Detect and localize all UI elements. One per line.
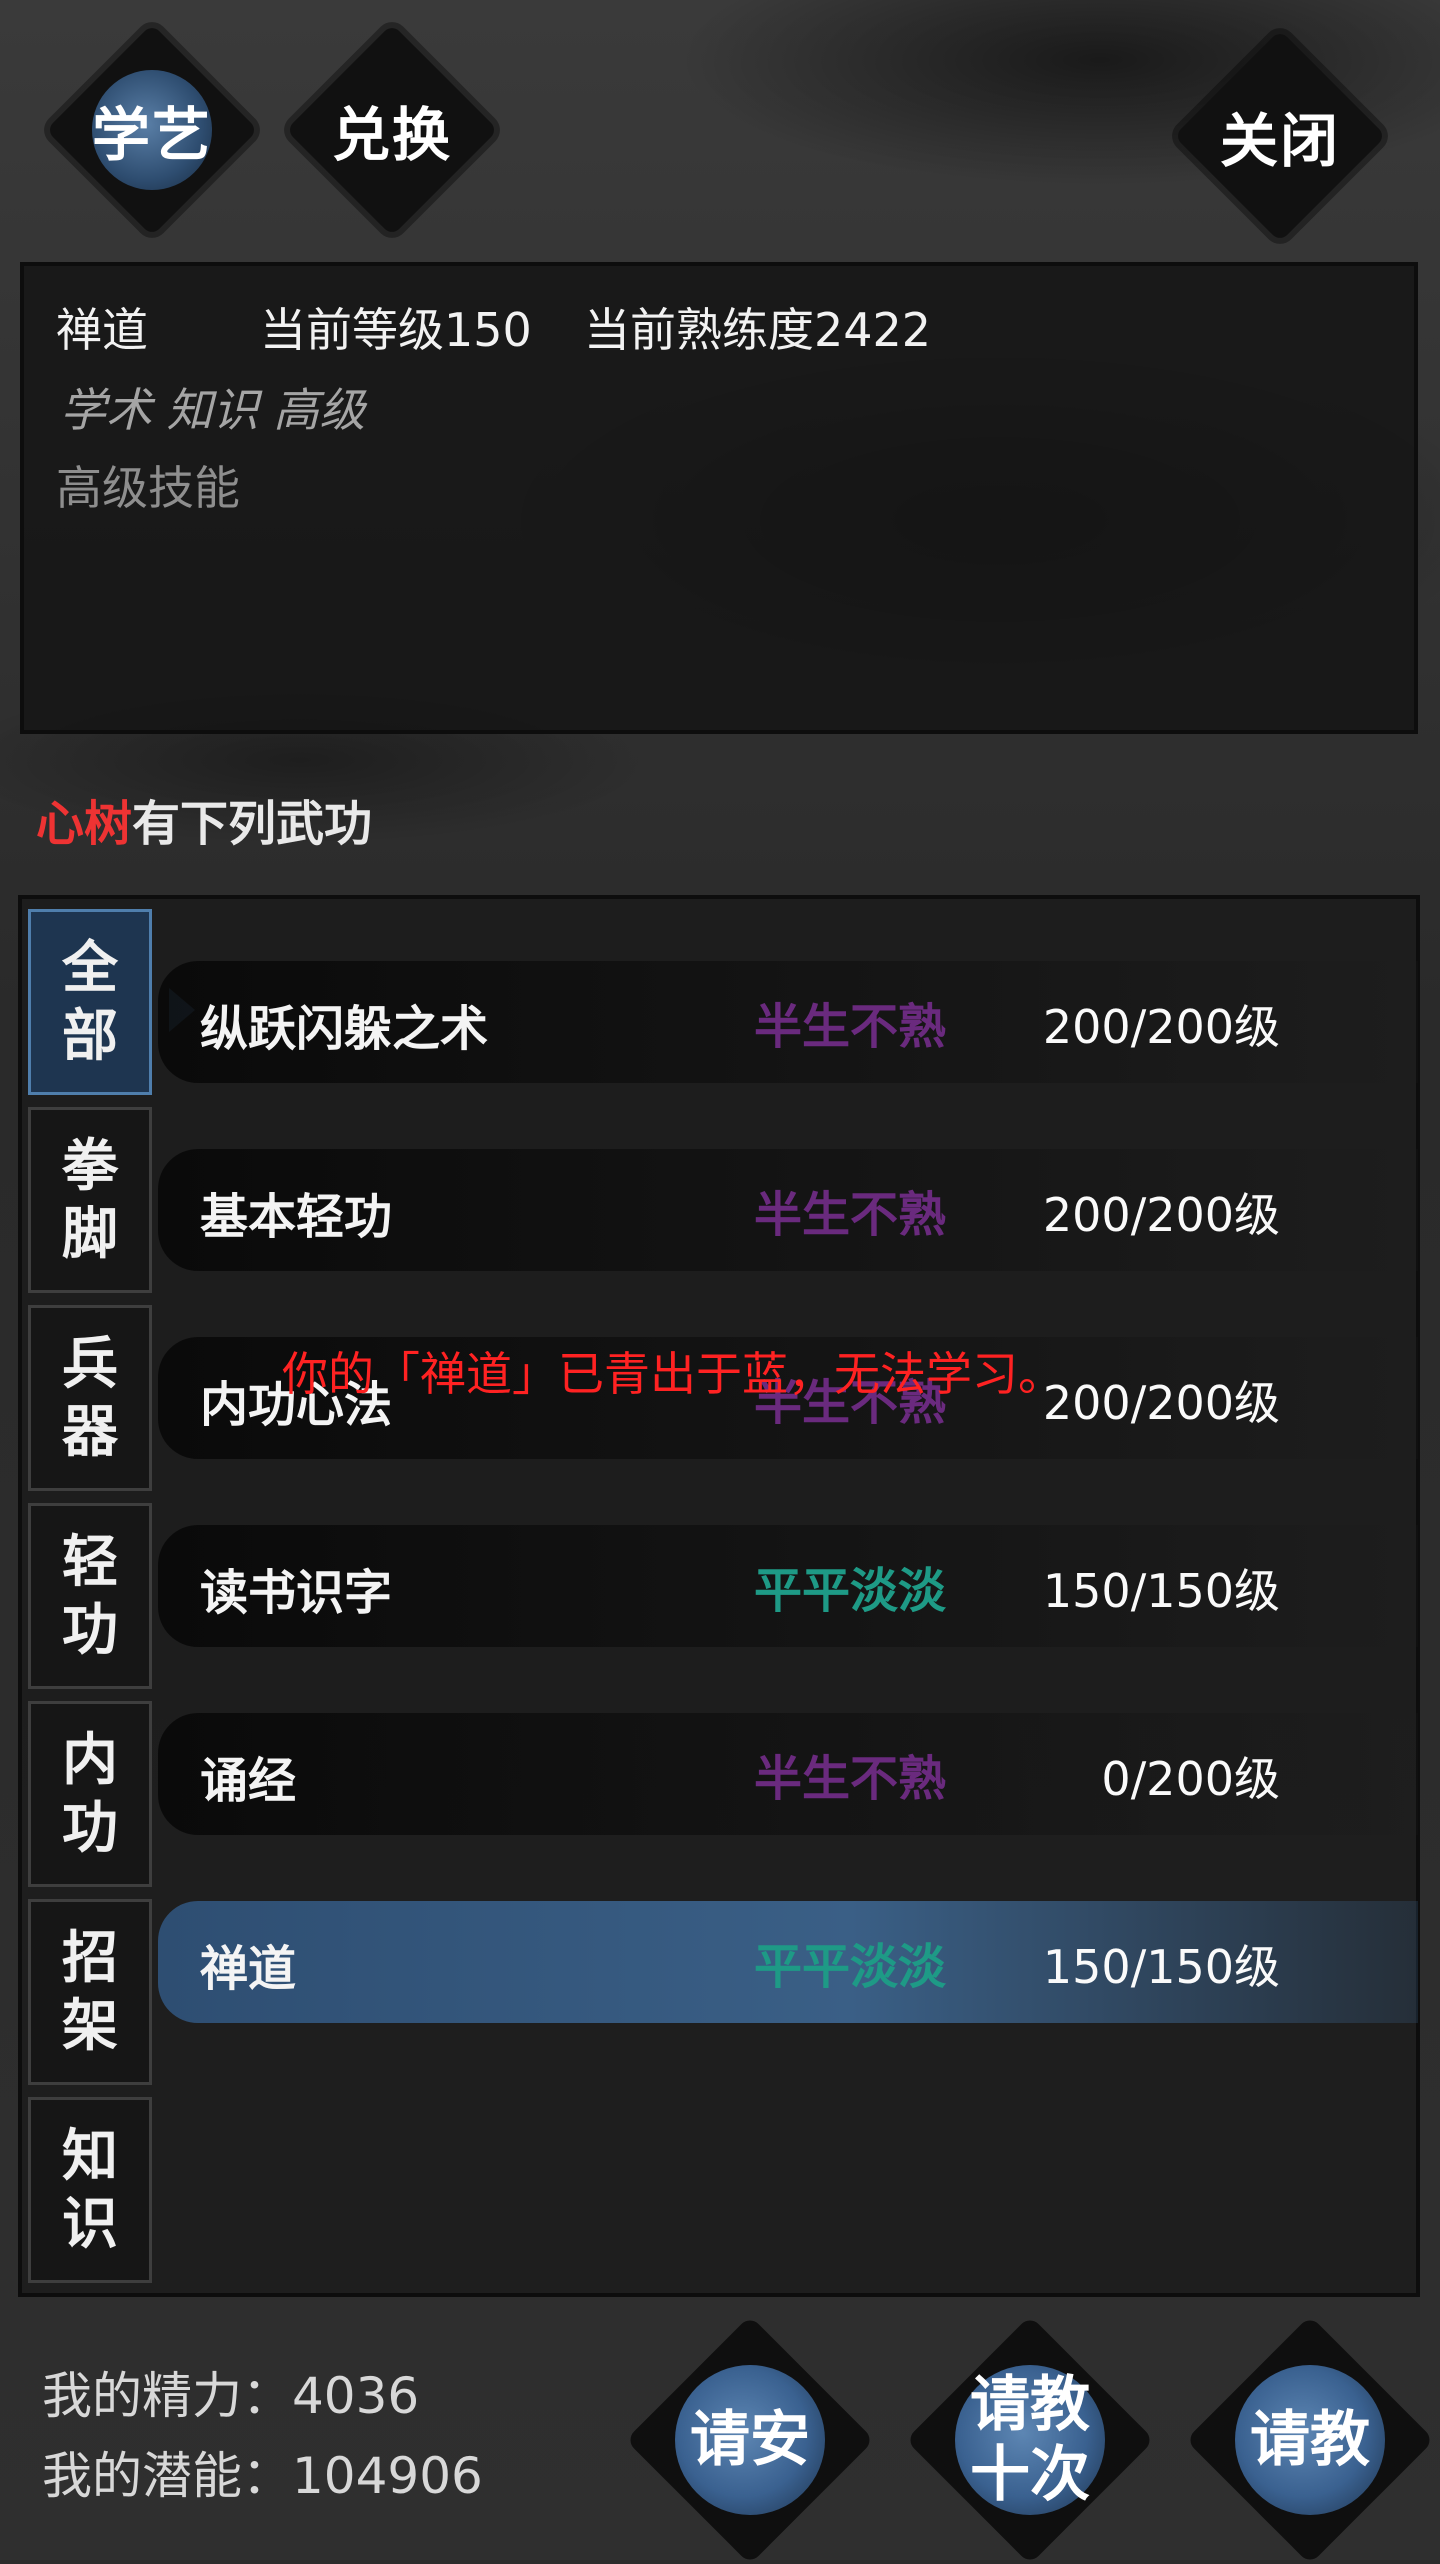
category-tab-char: 器 <box>62 1399 118 1465</box>
skill-row-selected[interactable]: 禅道 平平淡淡 150/150级 <box>158 1901 1418 2023</box>
category-tab-char: 功 <box>62 1795 118 1861</box>
skill-level: 0/200级 <box>1101 1752 1280 1806</box>
category-tab-char: 全 <box>62 935 118 1001</box>
category-tab-char: 部 <box>62 1003 118 1069</box>
skill-row[interactable]: 纵跃闪躲之术 半生不熟 200/200级 <box>158 961 1418 1083</box>
category-tab-lightness[interactable]: 轻 功 <box>28 1503 152 1689</box>
ask-button[interactable]: 请教 <box>1185 2315 1435 2564</box>
ask-button-label: 请教 <box>1250 2405 1370 2475</box>
category-tab-char: 轻 <box>62 1529 118 1595</box>
category-tab-weapon[interactable]: 兵 器 <box>28 1305 152 1491</box>
skill-level: 200/200级 <box>1042 1188 1280 1242</box>
info-description: 高级技能 <box>56 461 240 515</box>
skill-level: 150/150级 <box>1042 1564 1280 1618</box>
category-tab-char: 兵 <box>62 1331 118 1397</box>
skill-name: 纵跃闪躲之术 <box>200 1001 489 1057</box>
category-tab-knowledge[interactable]: 知 识 <box>28 2097 152 2283</box>
skill-grade: 半生不熟 <box>754 1751 947 1807</box>
energy-stat: 我的精力：4036 <box>42 2367 420 2425</box>
tab-learn[interactable]: 学艺 <box>45 23 259 237</box>
skill-grade: 半生不熟 <box>754 1187 947 1243</box>
category-tab-fist[interactable]: 拳 脚 <box>28 1107 152 1293</box>
skill-grade: 平平淡淡 <box>754 1563 947 1619</box>
tab-exchange[interactable]: 兑换 <box>285 23 499 237</box>
ask-ten-button-label: 请教 十次 <box>970 2370 1090 2510</box>
category-tab-char: 架 <box>62 1993 118 2059</box>
skill-grade: 平平淡淡 <box>754 1939 947 1995</box>
skill-row[interactable]: 读书识字 平平淡淡 150/150级 <box>158 1525 1418 1647</box>
category-tab-char: 识 <box>62 2191 118 2257</box>
info-current-proficiency: 当前熟练度2422 <box>584 303 932 357</box>
info-skill-name: 禅道 <box>56 303 148 357</box>
category-tab-char: 招 <box>62 1925 118 1991</box>
category-tab-char: 拳 <box>62 1133 118 1199</box>
warning-message: 你的「禅道」已青出于蓝，无法学习。 <box>282 1347 1064 1401</box>
skill-list-panel: 全 部 拳 脚 兵 器 轻 功 内 功 招 架 知 识 纵跃闪躲之术 半生不熟 … <box>18 895 1420 2297</box>
skill-info-panel: 禅道 当前等级150 当前熟练度2422 学术 知识 高级 高级技能 <box>20 262 1418 734</box>
skill-grade: 半生不熟 <box>754 999 947 1055</box>
category-tab-char: 内 <box>62 1727 118 1793</box>
skill-name: 诵经 <box>200 1753 297 1809</box>
tab-exchange-label: 兑换 <box>331 101 452 169</box>
skill-name: 基本轻功 <box>200 1189 393 1245</box>
category-tab-char: 知 <box>62 2123 118 2189</box>
greet-button-label: 请安 <box>690 2405 810 2475</box>
skill-level: 150/150级 <box>1042 1940 1280 1994</box>
skill-row[interactable]: 诵经 半生不熟 0/200级 <box>158 1713 1418 1835</box>
skill-row[interactable]: 基本轻功 半生不熟 200/200级 <box>158 1149 1418 1271</box>
ask-ten-times-button[interactable]: 请教 十次 <box>905 2315 1155 2564</box>
potential-stat: 我的潜能：104906 <box>42 2447 483 2505</box>
skill-name: 禅道 <box>200 1941 297 1997</box>
skill-level: 200/200级 <box>1042 1000 1280 1054</box>
section-title-text: 有下列武功 <box>132 796 373 852</box>
category-tab-parry[interactable]: 招 架 <box>28 1899 152 2085</box>
info-current-level: 当前等级150 <box>260 303 532 357</box>
category-tab-internal[interactable]: 内 功 <box>28 1701 152 1887</box>
skill-name: 读书识字 <box>200 1565 393 1621</box>
close-button[interactable]: 关闭 <box>1173 29 1387 243</box>
category-tab-all[interactable]: 全 部 <box>28 909 195 1095</box>
tab-learn-label: 学艺 <box>91 101 212 169</box>
info-categories: 学术 知识 高级 <box>60 383 366 437</box>
close-button-label: 关闭 <box>1219 107 1340 175</box>
category-tab-char: 功 <box>62 1597 118 1663</box>
ask-ten-label-line2: 十次 <box>970 2440 1090 2510</box>
section-title: 心树有下列武功 <box>36 784 372 854</box>
skill-level: 200/200级 <box>1042 1376 1280 1430</box>
category-tab-char: 脚 <box>62 1201 118 1267</box>
master-name: 心树 <box>36 796 133 852</box>
ask-ten-label-line1: 请教 <box>970 2370 1090 2440</box>
greet-button[interactable]: 请安 <box>625 2315 875 2564</box>
